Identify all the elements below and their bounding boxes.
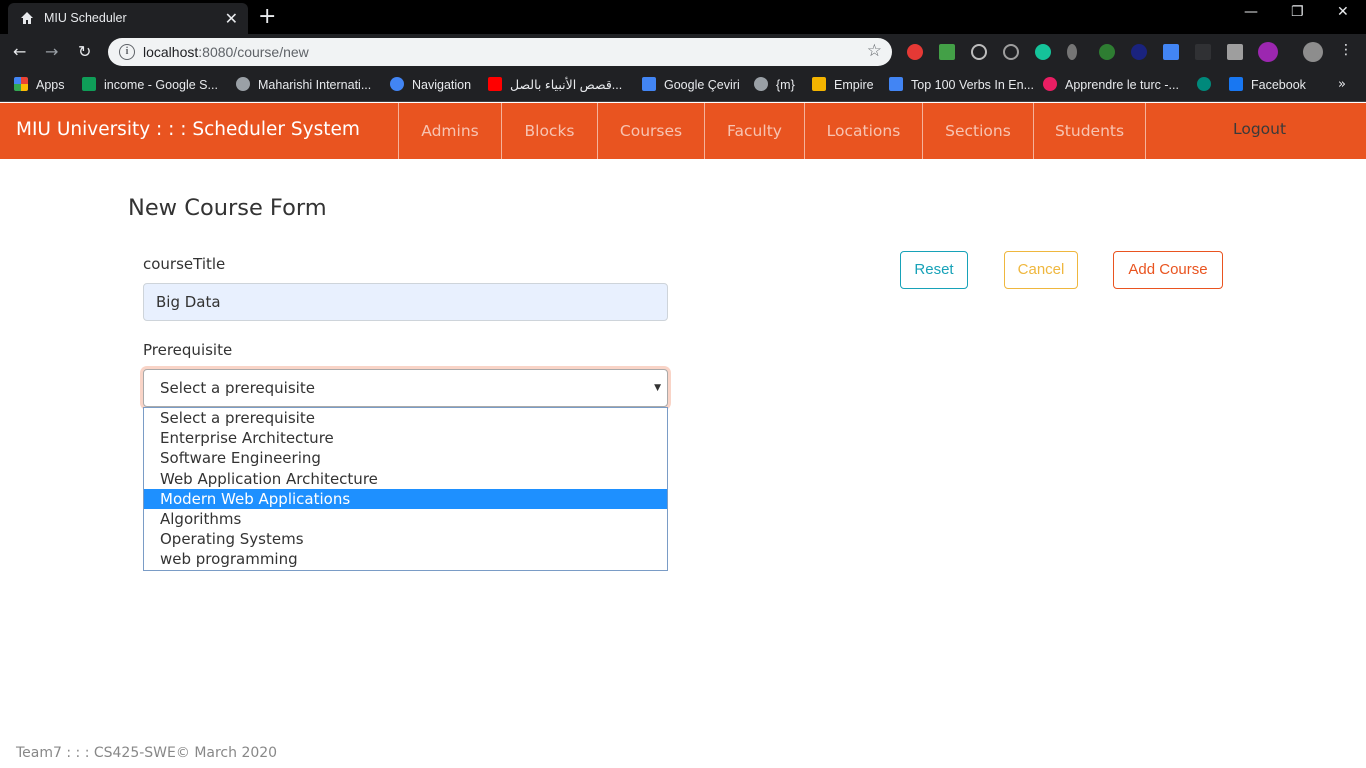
- chevron-down-icon: ▼: [654, 383, 661, 393]
- back-icon[interactable]: ←: [13, 42, 26, 61]
- youtube-icon: [488, 77, 502, 91]
- bookmark-m[interactable]: {m}: [754, 77, 795, 95]
- add-course-button[interactable]: Add Course: [1113, 251, 1223, 289]
- bookmark-google-ceviri[interactable]: Google Çeviri: [642, 77, 740, 95]
- s-badge-icon: [1043, 77, 1057, 91]
- bookmark-unlabeled[interactable]: [1197, 77, 1219, 95]
- prerequisite-option[interactable]: Enterprise Architecture: [144, 428, 667, 448]
- prerequisite-option[interactable]: Web Application Architecture: [144, 469, 667, 489]
- page-title: New Course Form: [128, 195, 327, 221]
- prerequisite-option[interactable]: Algorithms: [144, 509, 667, 529]
- browser-tab[interactable]: MIU Scheduler ✕: [8, 3, 248, 34]
- sheets-icon: [82, 77, 96, 91]
- tab-title: MIU Scheduler: [44, 11, 127, 25]
- leaf-icon: [1197, 77, 1211, 91]
- address-bar[interactable]: i localhost:8080/course/new ☆: [108, 38, 892, 66]
- nav-locations[interactable]: Locations: [804, 103, 922, 159]
- reset-button[interactable]: Reset: [900, 251, 968, 289]
- browser-tab-bar: MIU Scheduler ✕ + — ❐ ✕: [0, 0, 1366, 34]
- globe-icon: [754, 77, 768, 91]
- course-title-label: courseTitle: [143, 255, 226, 273]
- bookmark-maharishi[interactable]: Maharishi Internati...: [236, 77, 371, 95]
- home-icon: [21, 12, 33, 24]
- nav-courses[interactable]: Courses: [597, 103, 704, 159]
- bookmark-income[interactable]: income - Google S...: [82, 77, 218, 95]
- nav-students[interactable]: Students: [1033, 103, 1146, 159]
- infinity-extension-icon[interactable]: [971, 44, 987, 60]
- prerequisite-select[interactable]: Select a prerequisite ▼: [143, 369, 668, 407]
- new-tab-icon[interactable]: +: [258, 4, 276, 29]
- nav-sections[interactable]: Sections: [922, 103, 1033, 159]
- nav-admins[interactable]: Admins: [398, 103, 501, 159]
- info-icon[interactable]: i: [119, 44, 135, 60]
- url-text: localhost:8080/course/new: [143, 44, 309, 60]
- close-window-icon[interactable]: ✕: [1337, 4, 1349, 20]
- paw-icon: [889, 77, 903, 91]
- brand[interactable]: MIU University : : : Scheduler System: [16, 119, 360, 140]
- navigation-icon: [390, 77, 404, 91]
- apps-grid-icon: [14, 77, 28, 91]
- logout-link[interactable]: Logout: [1233, 120, 1286, 138]
- bookmark-youtube[interactable]: قصص الأنبياء بالصل...: [488, 77, 622, 95]
- facebook-extension-icon[interactable]: [1227, 44, 1243, 60]
- reload-icon[interactable]: ↻: [78, 42, 91, 61]
- bookmark-empire[interactable]: Empire: [812, 77, 874, 95]
- browser-toolbar: ← → ↻ i localhost:8080/course/new ☆ ⋮: [0, 34, 1366, 70]
- bottle-extension-icon[interactable]: [1067, 44, 1077, 60]
- translate-extension-icon[interactable]: [1163, 44, 1179, 60]
- avatar[interactable]: [1303, 42, 1323, 62]
- bookmark-apprendre-le-turc[interactable]: Apprendre le turc -...: [1043, 77, 1179, 95]
- app-navbar: MIU University : : : Scheduler System Ad…: [0, 103, 1366, 159]
- prerequisite-option[interactable]: Select a prerequisite: [144, 408, 667, 428]
- prerequisite-label: Prerequisite: [143, 341, 233, 359]
- facebook-icon: [1229, 77, 1243, 91]
- grammarly-extension-icon[interactable]: [1035, 44, 1051, 60]
- adblock-extension-icon[interactable]: [907, 44, 923, 60]
- forward-icon[interactable]: →: [45, 42, 58, 61]
- close-tab-icon[interactable]: ✕: [225, 9, 238, 28]
- badge-extension-icon[interactable]: [1131, 44, 1147, 60]
- prerequisite-selected-value: Select a prerequisite: [160, 379, 315, 397]
- menu-icon[interactable]: ⋮: [1339, 42, 1353, 58]
- empire-icon: [812, 77, 826, 91]
- pinwheel-extension-icon[interactable]: [939, 44, 955, 60]
- circle-extension-icon[interactable]: [1003, 44, 1019, 60]
- prerequisite-option[interactable]: Software Engineering: [144, 448, 667, 468]
- bookmarks-bar: Apps income - Google S... Maharishi Inte…: [0, 70, 1366, 102]
- cancel-button[interactable]: Cancel: [1004, 251, 1078, 289]
- course-title-input[interactable]: Big Data: [143, 283, 668, 321]
- globe-icon: [236, 77, 250, 91]
- bookmark-navigation[interactable]: Navigation: [390, 77, 471, 95]
- tree-extension-icon[interactable]: [1099, 44, 1115, 60]
- prerequisite-dropdown-list: Select a prerequisite Enterprise Archite…: [143, 407, 668, 571]
- terminal-extension-icon[interactable]: [1195, 44, 1211, 60]
- purple-extension-icon[interactable]: [1258, 42, 1278, 62]
- prerequisite-option[interactable]: web programming: [144, 549, 667, 569]
- restore-icon[interactable]: ❐: [1291, 4, 1304, 20]
- footer-text: Team7 : : : CS425-SWE© March 2020: [16, 745, 278, 761]
- more-bookmarks-icon[interactable]: »: [1338, 77, 1346, 92]
- bookmark-facebook[interactable]: Facebook: [1229, 77, 1306, 95]
- bookmark-apps[interactable]: Apps: [14, 77, 65, 95]
- prerequisite-option-highlighted[interactable]: Modern Web Applications: [144, 488, 667, 509]
- translate-icon: [642, 77, 656, 91]
- minimize-icon[interactable]: —: [1244, 4, 1258, 20]
- nav-faculty[interactable]: Faculty: [704, 103, 804, 159]
- prerequisite-option[interactable]: Operating Systems: [144, 529, 667, 549]
- nav-blocks[interactable]: Blocks: [501, 103, 597, 159]
- bookmark-top-100-verbs[interactable]: Top 100 Verbs In En...: [889, 77, 1034, 95]
- bookmark-star-icon[interactable]: ☆: [867, 41, 882, 61]
